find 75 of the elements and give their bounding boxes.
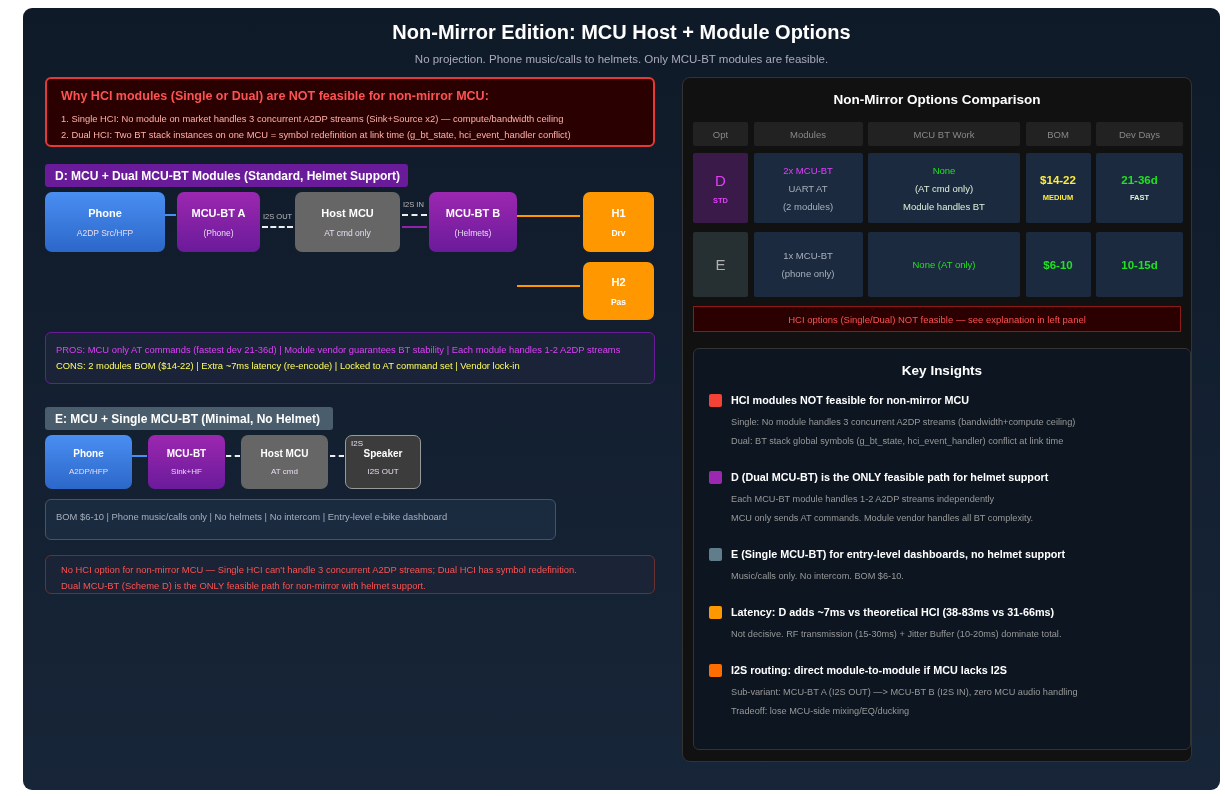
column-header: MCU BT Work bbox=[868, 122, 1020, 146]
insight-title: E (Single MCU-BT) for entry-level dashboards, no helmet support bbox=[731, 548, 1066, 560]
node-title: MCU-BT bbox=[166, 448, 207, 459]
insight-text: Tradeoff: lose MCU-side mixing/EQ/ducking bbox=[731, 705, 911, 718]
cell-text: UART AT bbox=[788, 182, 828, 194]
insight-text: Each MCU-BT module handles 1-2 A2DP streams independently bbox=[731, 493, 996, 506]
insight-text: MCU only sends AT commands. Module vendor handles all BT complexity. bbox=[731, 512, 1035, 525]
conclusion-text: Dual MCU-BT (Scheme D) is the ONLY feasible path for non-mirror with helmet support. bbox=[61, 579, 427, 593]
conclusion-text: No HCI option for non-mirror MCU — Single HCI can't handle 3 concurrent A2DP streams; Dual HCI has symbol redefinition. bbox=[61, 563, 578, 577]
pros-text: PROS: MCU only AT commands (fastest dev 21-36d) | Module vendor guarantees BT stability | Each module handles 1-2 A2DP streams bbox=[56, 343, 622, 357]
insight-title: I2S routing: direct module-to-module if MCU lacks I2S bbox=[731, 664, 1008, 676]
dashed-connector bbox=[402, 214, 427, 216]
page-subtitle: No projection. Phone music/calls to helmets. Only MCU-BT modules are feasible. bbox=[413, 53, 830, 67]
insight-text: Sub-variant: MCU-BT A (I2S OUT) —> MCU-BT B (I2S IN), zero MCU audio handling bbox=[731, 686, 1078, 699]
node-title: Speaker bbox=[363, 448, 403, 459]
node-subtitle: AT cmd only bbox=[324, 227, 371, 238]
node-title: Phone bbox=[88, 206, 122, 219]
cell-text: $6-10 bbox=[1043, 258, 1073, 271]
option-letter: E bbox=[715, 256, 726, 273]
node-subtitle: A2DP Src/HFP bbox=[76, 227, 134, 238]
node-title: H2 bbox=[611, 275, 626, 288]
warning-point: 1. Single HCI: No module on market handles 3 concurrent A2DP streams (Sink+Source x2) — compute/bandwidth ceiling bbox=[61, 112, 565, 126]
cell-text: 2x MCU-BT bbox=[783, 164, 833, 176]
node-title: Host MCU bbox=[260, 448, 309, 459]
connector-line bbox=[517, 285, 580, 287]
panel-title: Non-Mirror Options Comparison bbox=[832, 92, 1042, 107]
warning-title: Why HCI modules (Single or Dual) are NOT feasible for non-mirror MCU: bbox=[61, 89, 490, 103]
cell-text: $14-22 bbox=[1040, 174, 1076, 186]
insight-text: Dual: BT stack global symbols (g_bt_state, hci_event_handler) conflict at link time bbox=[731, 435, 1065, 448]
insight-text: Music/calls only. No intercom. BOM $6-10. bbox=[731, 570, 905, 583]
option-letter: D bbox=[715, 171, 726, 189]
node-subtitle: Sink+HF bbox=[171, 467, 202, 476]
node-subtitle: Pas bbox=[610, 296, 627, 307]
cell-text: (phone only) bbox=[781, 268, 835, 279]
node-title: Host MCU bbox=[321, 206, 374, 219]
node-subtitle: (Helmets) bbox=[454, 227, 492, 238]
node-subtitle: Drv bbox=[611, 227, 626, 238]
summary-text: BOM $6-10 | Phone music/calls only | No helmets | No intercom | Entry-level e-bike dashboard bbox=[56, 510, 449, 524]
warning-point: 2. Dual HCI: Two BT stack instances on one MCU = symbol redefinition at link time (g_bt_state, hci_event_handler conflict) bbox=[61, 128, 572, 142]
node-subtitle: I2S OUT bbox=[367, 467, 399, 476]
insight-text: Not decisive. RF transmission (15-30ms) + Jitter Buffer (10-20ms) dominate total. bbox=[731, 628, 1062, 641]
column-header: Opt bbox=[693, 122, 748, 146]
cell-text: None (AT only) bbox=[912, 259, 976, 270]
insight-title: HCI modules NOT feasible for non-mirror MCU bbox=[731, 394, 971, 406]
column-header: Modules bbox=[753, 122, 863, 146]
panel-title: Key Insights bbox=[900, 363, 984, 378]
node-subtitle: (Phone) bbox=[203, 227, 234, 238]
connector-line bbox=[402, 226, 427, 228]
node-tag: I2S bbox=[351, 439, 363, 448]
cell-text: Module handles BT bbox=[903, 200, 985, 212]
insight-text: Single: No module handles 3 concurrent A2DP streams (bandwidth+compute ceiling) bbox=[731, 416, 1076, 429]
node-title: MCU-BT B bbox=[445, 206, 501, 219]
section-header: E: MCU + Single MCU-BT (Minimal, No Helmet) bbox=[45, 407, 333, 430]
insight-title: D (Dual MCU-BT) is the ONLY feasible path for helmet support bbox=[731, 471, 1049, 483]
node-subtitle: AT cmd bbox=[271, 467, 298, 476]
warning-note: HCI options (Single/Dual) NOT feasible — see explanation in left panel bbox=[693, 306, 1181, 332]
cell-text: 1x MCU-BT bbox=[783, 250, 833, 261]
column-header: BOM bbox=[1025, 122, 1091, 146]
node-title: Phone bbox=[73, 448, 104, 459]
connector-line bbox=[132, 455, 147, 457]
page-title: Non-Mirror Edition: MCU Host + Module Options bbox=[391, 21, 852, 45]
node-subtitle: A2DP/HFP bbox=[68, 467, 109, 476]
connector-line bbox=[517, 215, 580, 217]
cell-text: 21-36d bbox=[1121, 174, 1158, 186]
node-title: MCU-BT A bbox=[191, 206, 246, 219]
cons-text: CONS: 2 modules BOM ($14-22) | Extra ~7ms latency (re-encode) | Locked to AT command set | Vendor lock-in bbox=[56, 359, 521, 373]
insight-title: Latency: D adds ~7ms vs theoretical HCI (38-83ms vs 31-66ms) bbox=[731, 606, 1056, 618]
cell-text: None bbox=[932, 164, 956, 176]
cell-text: (AT cmd only) bbox=[914, 182, 974, 194]
cell-text: 10-15d bbox=[1121, 258, 1158, 271]
section-header: D: MCU + Dual MCU-BT Modules (Standard, Helmet Support) bbox=[45, 164, 408, 187]
node-title: H1 bbox=[611, 206, 626, 219]
dashed-connector bbox=[262, 226, 293, 228]
column-header: Dev Days bbox=[1096, 122, 1183, 146]
cell-text: (2 modules) bbox=[782, 200, 834, 212]
